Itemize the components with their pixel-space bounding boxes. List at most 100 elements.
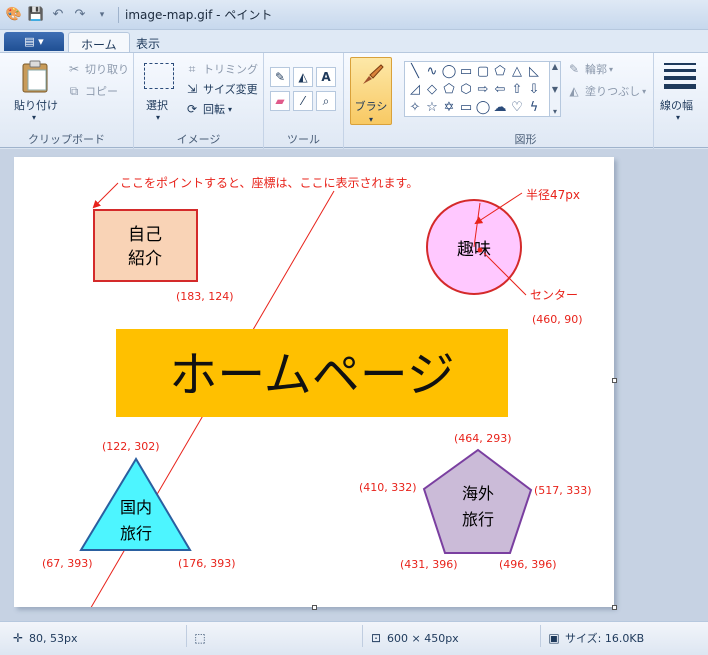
fill-bucket-icon[interactable]: ◭	[293, 67, 313, 87]
left-arrow-shape-icon[interactable]: ⇦	[492, 81, 508, 97]
image-content: ここをポイントすると、座標は、ここに表示されます。 自己 紹介 (183, 12…	[42, 175, 592, 621]
copy-button[interactable]: ⧉ コピー	[66, 83, 118, 99]
rectangle-shape-icon[interactable]: ▭	[458, 63, 474, 79]
six-point-star-shape-icon[interactable]: ✡	[441, 99, 457, 115]
cut-button[interactable]: ✂ 切り取り	[66, 61, 129, 77]
line-width-group[interactable]: 線の幅 ▾	[654, 53, 708, 149]
self-intro-coord: (183, 124)	[176, 290, 234, 303]
undo-icon[interactable]: ↶	[50, 7, 66, 23]
polygon-shape-icon[interactable]: ⬠	[492, 63, 508, 79]
eraser-icon[interactable]: ▰	[270, 91, 290, 111]
center-label: センター	[530, 288, 578, 302]
canvas-area[interactable]: ここをポイントすると、座標は、ここに表示されます。 自己 紹介 (183, 12…	[0, 149, 708, 621]
ribbon: 貼り付け ▾ ✂ 切り取り ⧉ コピー クリップボード 選択 ▾ ⌗ トリミング…	[0, 52, 708, 149]
shapes-group-label: 図形	[514, 133, 537, 146]
rotate-button[interactable]: ⟳ 回転 ▾	[184, 101, 232, 117]
five-point-star-shape-icon[interactable]: ☆	[424, 99, 440, 115]
tab-home[interactable]: ホーム	[68, 32, 130, 52]
four-point-star-shape-icon[interactable]: ✧	[407, 99, 423, 115]
status-separator	[362, 625, 363, 647]
window-title: image-map.gif - ペイント	[125, 8, 273, 22]
cloud-callout-shape-icon[interactable]: ☁	[492, 99, 508, 115]
resize-button[interactable]: ⇲ サイズ変更	[184, 81, 258, 97]
scroll-down-icon[interactable]: ▼	[552, 85, 558, 94]
resize-handle-bottom[interactable]	[312, 605, 317, 610]
paste-icon	[18, 59, 54, 95]
clipboard-group: 貼り付け ▾ ✂ 切り取り ⧉ コピー クリップボード	[0, 53, 134, 149]
curve-shape-icon[interactable]: ∿	[424, 63, 440, 79]
resize-handle-corner[interactable]	[612, 605, 617, 610]
image-group: 選択 ▾ ⌗ トリミング ⇲ サイズ変更 ⟳ 回転 ▾ イメージ	[134, 53, 264, 149]
resize-label: サイズ変更	[203, 83, 258, 96]
select-label: 選択	[146, 99, 168, 112]
note-text: ここをポイントすると、座標は、ここに表示されます。	[120, 175, 418, 190]
rounded-rectangle-shape-icon[interactable]: ▢	[475, 63, 491, 79]
crop-button[interactable]: ⌗ トリミング	[184, 61, 258, 77]
outline-icon: ✎	[568, 62, 580, 76]
triangle-shape-icon[interactable]: △	[509, 63, 525, 79]
select-button[interactable]: 選択	[146, 97, 168, 113]
line-shape-icon[interactable]: ╲	[407, 63, 423, 79]
tools-group: ✎ ◭ A ▰ ⁄ ⌕ ツール	[264, 53, 344, 149]
image-group-label: イメージ	[176, 133, 221, 146]
file-size: ▣ サイズ: 16.0KB	[546, 630, 644, 646]
crop-label: トリミング	[203, 63, 258, 76]
cursor-position: ✛ 80, 53px	[10, 630, 78, 646]
triangle-top-coord: (122, 302)	[102, 440, 160, 453]
hobby-coord: (460, 90)	[532, 313, 583, 326]
text-tool-icon[interactable]: A	[316, 67, 336, 87]
shapes-gallery[interactable]: ╲ ∿ ◯ ▭ ▢ ⬠ △ ◺ ◿ ◇ ⬠ ⬡ ⇨ ⇦ ⇧ ⇩ ✧ ☆ ✡ ▭ …	[404, 61, 550, 117]
oval-shape-icon[interactable]: ◯	[441, 63, 457, 79]
right-triangle-shape-icon[interactable]: ◺	[526, 63, 542, 79]
select-dropdown-icon[interactable]: ▾	[156, 113, 160, 122]
shapes-gallery-scroll[interactable]: ▲ ▼ ▾	[549, 61, 561, 117]
canvas-size: ⊡ 600 × 450px	[368, 630, 459, 646]
right-triangle-2-shape-icon[interactable]: ◿	[407, 81, 423, 97]
up-arrow-shape-icon[interactable]: ⇧	[509, 81, 525, 97]
rounded-callout-shape-icon[interactable]: ▭	[458, 99, 474, 115]
title-separator	[118, 6, 119, 23]
paste-label: 貼り付け	[14, 99, 58, 112]
select-icon	[144, 63, 174, 89]
pencil-icon[interactable]: ✎	[270, 67, 290, 87]
file-size-value: サイズ: 16.0KB	[565, 632, 645, 645]
fill-button[interactable]: ◭ 塗りつぶし ▾	[566, 83, 646, 99]
pentagon-shape-icon[interactable]: ⬠	[441, 81, 457, 97]
right-arrow-shape-icon[interactable]: ⇨	[475, 81, 491, 97]
customize-quick-access-icon[interactable]: ▾	[94, 7, 110, 23]
brush-button[interactable]: ブラシ ▾	[350, 57, 392, 125]
clipboard-group-label: クリップボード	[28, 133, 105, 146]
fill-label: 塗りつぶし	[585, 85, 641, 98]
center-point	[477, 247, 483, 253]
heart-shape-icon[interactable]: ♡	[509, 99, 525, 115]
magnifier-icon[interactable]: ⌕	[316, 91, 336, 111]
canvas-size-icon: ⊡	[370, 631, 382, 645]
outline-button[interactable]: ✎ 輪郭 ▾	[566, 61, 613, 77]
paint-app-icon[interactable]: 🎨	[6, 7, 22, 23]
radius-label: 半径47px	[526, 188, 580, 202]
hexagon-shape-icon[interactable]: ⬡	[458, 81, 474, 97]
paint-menu-button[interactable]: ▤ ▾	[4, 32, 64, 51]
drawing-canvas[interactable]: ここをポイントすると、座標は、ここに表示されます。 自己 紹介 (183, 12…	[14, 157, 614, 621]
resize-handle-right[interactable]	[612, 378, 617, 383]
scissors-icon: ✂	[68, 62, 80, 76]
overseas-line2: 旅行	[462, 510, 494, 529]
save-icon[interactable]: 💾	[28, 7, 44, 23]
paste-button[interactable]: 貼り付け	[14, 97, 58, 113]
pentagon-top-coord: (464, 293)	[454, 432, 512, 445]
cursor-move-icon: ✛	[12, 631, 24, 645]
down-arrow-shape-icon[interactable]: ⇩	[526, 81, 542, 97]
status-separator	[540, 625, 541, 647]
line-width-icon	[664, 63, 696, 89]
tab-view[interactable]: 表示	[124, 32, 172, 52]
paste-dropdown-icon[interactable]: ▾	[32, 113, 36, 122]
note-arrow-corner	[92, 182, 119, 209]
color-picker-icon[interactable]: ⁄	[293, 91, 313, 111]
oval-callout-shape-icon[interactable]: ◯	[475, 99, 491, 115]
lightning-shape-icon[interactable]: ϟ	[526, 99, 542, 115]
scroll-up-icon[interactable]: ▲	[552, 62, 558, 71]
overseas-line1: 海外	[462, 484, 494, 503]
diamond-shape-icon[interactable]: ◇	[424, 81, 440, 97]
redo-icon[interactable]: ↷	[72, 7, 88, 23]
expand-gallery-icon[interactable]: ▾	[553, 107, 557, 116]
